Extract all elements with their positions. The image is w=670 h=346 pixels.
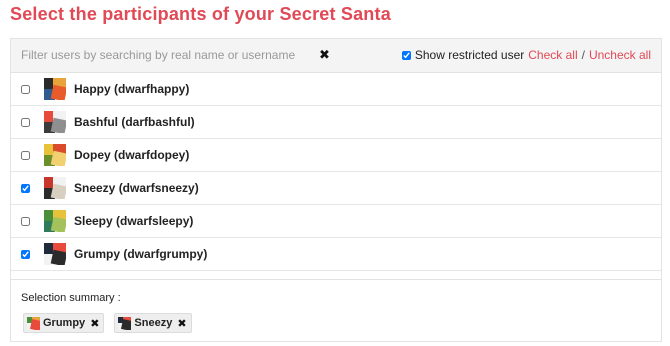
user-avatar xyxy=(44,78,66,100)
user-name: Bashful (darfbashful) xyxy=(74,115,195,129)
user-row-bashful[interactable]: Bashful (darfbashful) xyxy=(11,106,661,139)
remove-icon[interactable]: ✖ xyxy=(90,317,99,330)
user-name: Sneezy (dwarfsneezy) xyxy=(74,181,199,195)
summary-title: Selection summary : xyxy=(21,292,121,304)
user-row-sleepy[interactable]: Sleepy (dwarfsleepy) xyxy=(11,205,661,238)
user-row-sneezy[interactable]: Sneezy (dwarfsneezy) xyxy=(11,172,661,205)
selected-chips: Grumpy ✖ Sneezy ✖ xyxy=(23,313,192,333)
avatar-tile xyxy=(50,249,66,265)
user-row-happy[interactable]: Happy (dwarfhappy) xyxy=(11,73,661,106)
avatar-tile xyxy=(50,216,66,232)
user-row-dopey[interactable]: Dopey (dwarfdopey) xyxy=(11,139,661,172)
chip-label: Grumpy xyxy=(43,317,86,329)
user-checkbox[interactable] xyxy=(21,84,30,94)
clear-filter-icon[interactable]: ✖ xyxy=(319,47,333,63)
chip-label: Sneezy xyxy=(134,317,173,329)
user-checkbox[interactable] xyxy=(21,249,30,259)
avatar-tile xyxy=(121,319,132,330)
avatar-tile xyxy=(50,84,66,100)
avatar-tile xyxy=(29,319,40,330)
user-row-grumpy[interactable]: Grumpy (dwarfgrumpy) xyxy=(11,238,661,271)
user-avatar xyxy=(44,243,66,265)
user-name: Happy (dwarfhappy) xyxy=(74,82,190,96)
user-avatar xyxy=(44,144,66,166)
avatar-tile xyxy=(50,117,66,133)
link-separator: / xyxy=(581,48,585,62)
chip-avatar xyxy=(118,316,132,330)
user-checkbox[interactable] xyxy=(21,216,30,226)
check-all-link[interactable]: Check all xyxy=(528,48,577,62)
user-list: Happy (dwarfhappy) Bashful (darfbashful)… xyxy=(11,73,661,273)
show-restricted-checkbox[interactable] xyxy=(401,50,411,60)
user-checkbox[interactable] xyxy=(21,183,30,193)
selected-chip-sneezy: Sneezy ✖ xyxy=(114,313,192,333)
page-title: Select the participants of your Secret S… xyxy=(10,4,391,24)
user-avatar xyxy=(44,111,66,133)
user-checkbox[interactable] xyxy=(21,150,30,160)
participants-panel: ✖ Show restricted user Check all / Unche… xyxy=(10,38,662,342)
remove-icon[interactable]: ✖ xyxy=(177,317,186,330)
user-name: Grumpy (dwarfgrumpy) xyxy=(74,247,208,261)
user-avatar xyxy=(44,210,66,232)
avatar-tile xyxy=(50,183,66,199)
selection-summary: Selection summary : Grumpy ✖ Sneezy ✖ xyxy=(11,279,661,342)
avatar-tile xyxy=(50,150,66,166)
uncheck-all-link[interactable]: Uncheck all xyxy=(589,48,651,62)
filter-toolbar: ✖ Show restricted user Check all / Unche… xyxy=(11,39,661,73)
user-name: Dopey (dwarfdopey) xyxy=(74,148,190,162)
show-restricted-label: Show restricted user xyxy=(414,48,525,62)
user-name: Sleepy (dwarfsleepy) xyxy=(74,214,194,228)
selected-chip-grumpy: Grumpy ✖ xyxy=(23,313,105,333)
chip-avatar xyxy=(27,316,40,330)
restricted-controls: Show restricted user Check all / Uncheck… xyxy=(401,48,651,62)
user-avatar xyxy=(44,177,66,199)
filter-input[interactable] xyxy=(17,43,325,67)
user-checkbox[interactable] xyxy=(21,117,30,127)
